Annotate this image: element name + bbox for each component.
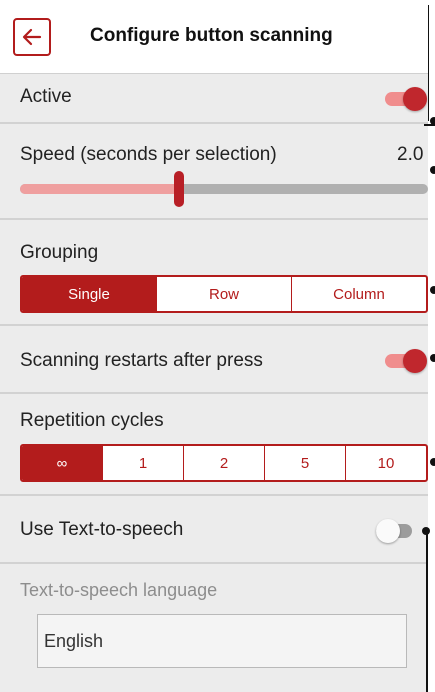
repetition-option-5[interactable]: 5 (264, 446, 345, 480)
toggle-thumb (376, 519, 400, 543)
speed-row: Speed (seconds per selection) 2.0 (0, 124, 428, 220)
repetition-option-10[interactable]: 10 (345, 446, 426, 480)
grouping-option-column[interactable]: Column (291, 277, 426, 311)
pointer-line (426, 531, 428, 692)
restart-row: Scanning restarts after press (0, 326, 428, 394)
pointer-dot (430, 166, 435, 174)
tts-language-label: Text-to-speech language (20, 580, 218, 600)
speed-slider[interactable] (20, 184, 428, 194)
tts-label: Use Text-to-speech (20, 519, 184, 540)
pointer-dot (430, 117, 435, 125)
app-header: Configure button scanning (0, 0, 428, 74)
grouping-option-row[interactable]: Row (156, 277, 291, 311)
tts-row: Use Text-to-speech (0, 496, 428, 564)
repetition-option-1[interactable]: 1 (102, 446, 183, 480)
settings-panel: Configure button scanning Active Speed (… (0, 0, 428, 692)
toggle-thumb (403, 87, 427, 111)
repetition-segmented-control: ∞ 1 2 5 10 (20, 444, 428, 482)
grouping-segmented-control: Single Row Column (20, 275, 428, 313)
repetition-label: Repetition cycles (20, 410, 164, 431)
speed-value: 2.0 (397, 144, 424, 165)
toggle-thumb (403, 349, 427, 373)
arrow-left-icon (22, 28, 42, 46)
slider-fill (20, 184, 180, 194)
pointer-line (428, 5, 429, 121)
pointer-dot (430, 458, 435, 466)
page-title: Configure button scanning (90, 25, 333, 46)
speed-label: Speed (seconds per selection) (20, 144, 277, 165)
active-label: Active (20, 86, 72, 107)
back-button[interactable] (13, 18, 51, 56)
pointer-dot (430, 354, 435, 362)
slider-thumb[interactable] (174, 171, 185, 207)
tts-toggle[interactable] (376, 518, 418, 544)
active-toggle[interactable] (385, 86, 427, 112)
grouping-label: Grouping (20, 242, 99, 263)
grouping-option-single[interactable]: Single (22, 277, 156, 311)
repetition-option-2[interactable]: 2 (183, 446, 264, 480)
restart-label: Scanning restarts after press (20, 350, 263, 371)
restart-toggle[interactable] (385, 348, 427, 374)
tts-language-field[interactable]: English (37, 614, 407, 668)
pointer-dot (430, 286, 435, 294)
repetition-option-infinite[interactable]: ∞ (22, 446, 102, 480)
active-row: Active (0, 74, 428, 124)
